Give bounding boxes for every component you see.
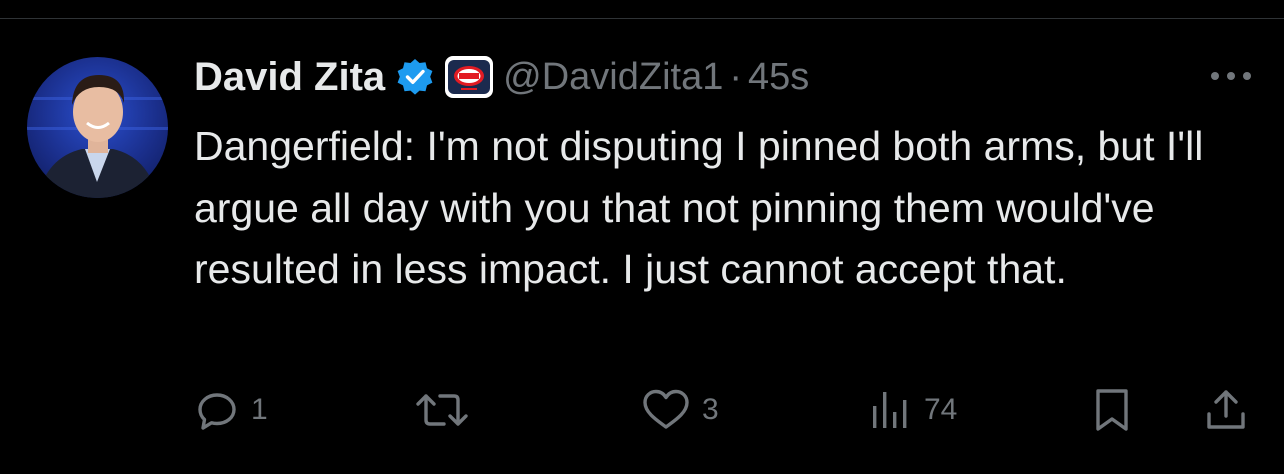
bookmark-button[interactable] — [1090, 386, 1134, 434]
tweet-header: David Zita @DavidZita1 · 45s — [194, 52, 809, 102]
avatar[interactable] — [27, 57, 168, 198]
reply-icon — [193, 386, 241, 434]
share-icon — [1202, 386, 1250, 434]
action-bar: 1 3 74 — [0, 386, 1284, 434]
author-handle[interactable]: @DavidZita1 — [503, 56, 723, 99]
tweet-text: Dangerfield: I'm not disputing I pinned … — [194, 123, 1204, 292]
reply-count: 1 — [251, 393, 268, 426]
verified-badge-icon[interactable] — [395, 57, 435, 97]
avatar-image — [27, 75, 168, 198]
timestamp[interactable]: 45s — [748, 56, 809, 99]
repost-icon — [414, 386, 470, 434]
like-button[interactable]: 3 — [640, 386, 719, 434]
view-count: 74 — [924, 393, 958, 426]
like-count: 3 — [702, 393, 719, 426]
top-divider — [0, 18, 1284, 19]
views-bar-chart-icon — [866, 386, 914, 434]
affiliation-badge-icon[interactable] — [445, 56, 494, 98]
bookmark-icon — [1090, 386, 1134, 434]
dot-separator: · — [729, 55, 743, 98]
reply-button[interactable]: 1 — [193, 386, 268, 434]
views-button[interactable]: 74 — [866, 386, 957, 434]
heart-icon — [640, 386, 692, 434]
author-display-name[interactable]: David Zita — [194, 55, 385, 100]
share-button[interactable] — [1202, 386, 1250, 434]
repost-button[interactable] — [414, 386, 470, 434]
more-horizontal-icon[interactable] — [1208, 64, 1254, 88]
